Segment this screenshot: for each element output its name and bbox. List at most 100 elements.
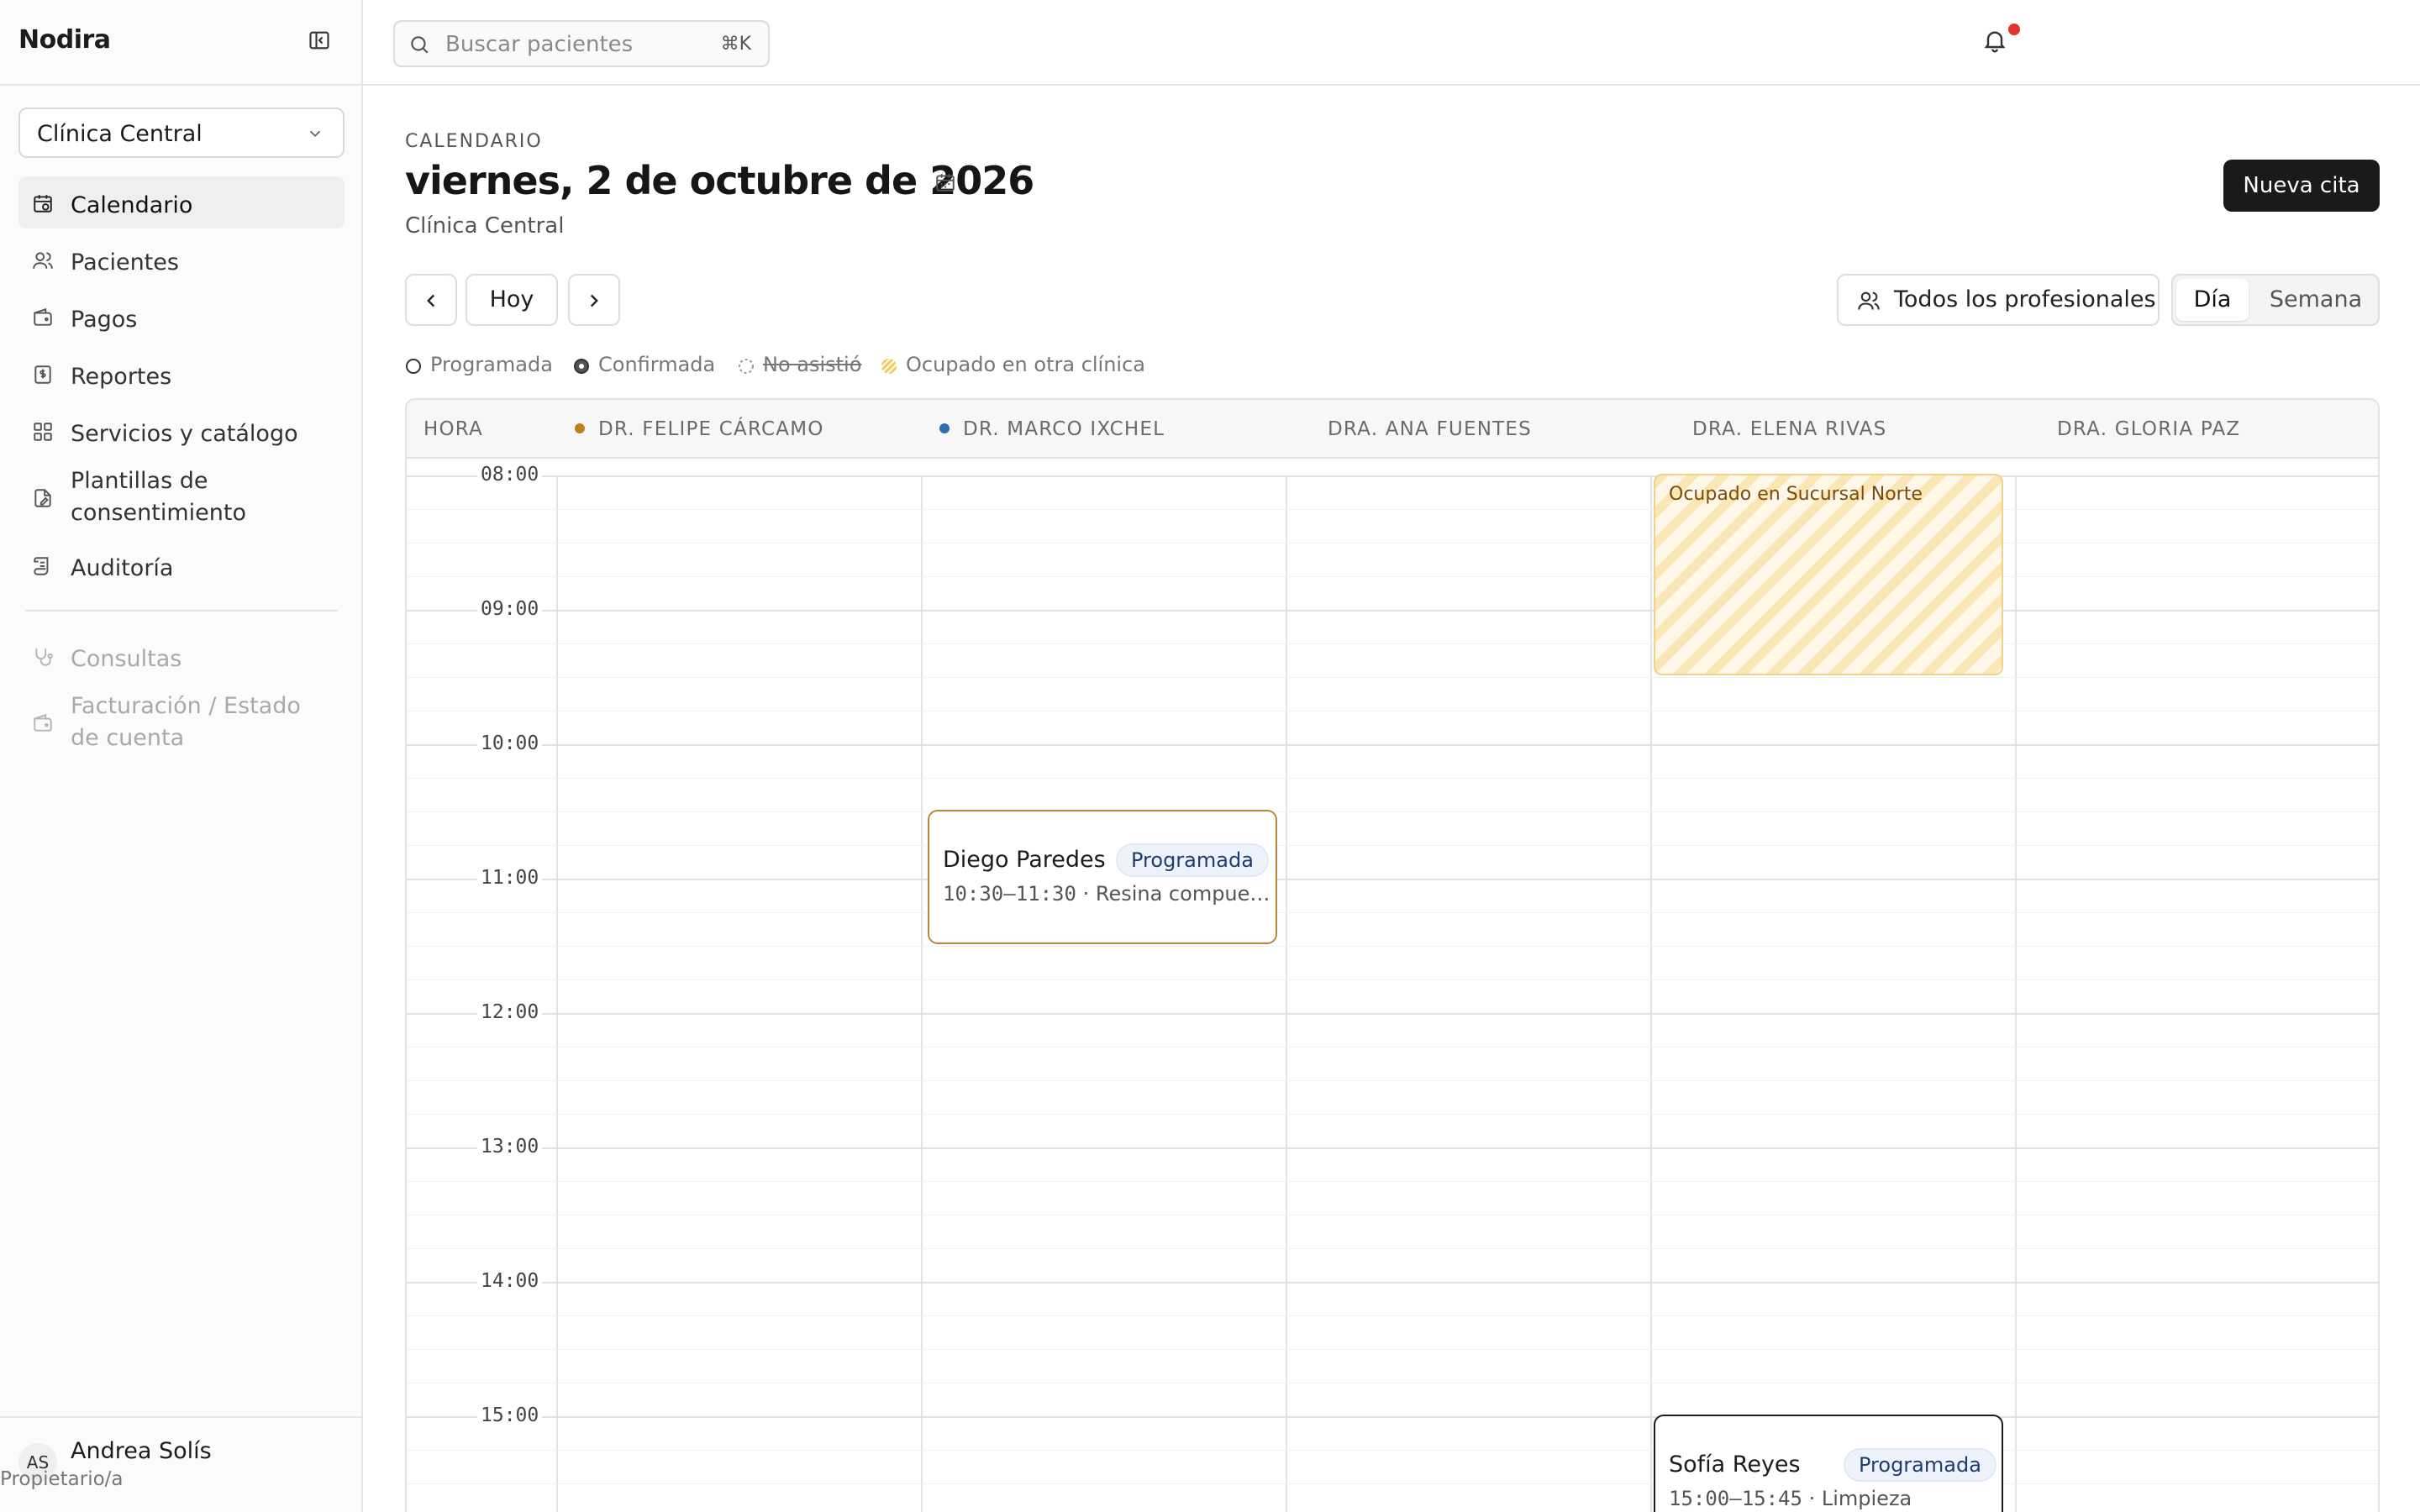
wallet-icon xyxy=(32,307,54,328)
hour-column-header: HORA xyxy=(424,418,483,440)
status-badge: Programada xyxy=(1116,843,1269,877)
column-header-felipe[interactable]: DR. FELIPE CÁRCAMO xyxy=(575,418,824,440)
notification-badge xyxy=(2008,24,2020,35)
calendar-icon xyxy=(32,192,54,214)
sidebar-item-pacientes[interactable]: Pacientes xyxy=(18,234,345,286)
column-divider xyxy=(556,475,558,1512)
top-bar: Buscar pacientes ⌘K xyxy=(363,0,2420,86)
busy-block[interactable]: Ocupado en Sucursal Norte xyxy=(1654,474,2003,675)
hour-line xyxy=(407,879,2378,880)
search-shortcut: ⌘K xyxy=(720,34,751,55)
chevron-left-icon xyxy=(427,294,435,307)
sidebar-item-plantillas[interactable]: Plantillas de consentimiento xyxy=(18,462,345,534)
receipt-icon xyxy=(32,364,54,386)
date-picker-icon[interactable] xyxy=(934,171,956,193)
sidebar-item-label: Pacientes xyxy=(71,249,179,276)
time-label: 13:00 xyxy=(477,1136,543,1158)
hour-line xyxy=(407,1147,2378,1149)
sidebar-item-label: Facturación / Estado de cuenta xyxy=(71,693,301,751)
sidebar-item-consultas: Consultas xyxy=(18,630,345,682)
hour-line xyxy=(407,1013,2378,1015)
professionals-filter-button[interactable]: Todos los profesionales xyxy=(1837,274,2160,326)
previous-day-button[interactable] xyxy=(405,274,457,326)
bell-icon[interactable] xyxy=(1981,27,2008,54)
page-subtitle: Clínica Central xyxy=(405,213,565,239)
sidebar-item-auditoria[interactable]: Auditoría xyxy=(18,539,345,591)
today-button[interactable]: Hoy xyxy=(466,274,558,326)
user-profile[interactable]: AS Andrea Solís Propietario/a xyxy=(0,1416,363,1512)
hour-line xyxy=(407,1416,2378,1418)
log-icon xyxy=(32,555,54,577)
view-week-button[interactable]: Semana xyxy=(2257,279,2375,321)
appointment-card[interactable]: Sofía Reyes Programada 15:00–15:45 · Lim… xyxy=(1654,1415,2003,1512)
column-header-elena[interactable]: DRA. ELENA RIVAS xyxy=(1692,418,1886,440)
new-appointment-button[interactable]: Nueva cita xyxy=(2223,160,2380,212)
sidebar-item-label: Calendario xyxy=(71,192,193,218)
hour-line xyxy=(407,1282,2378,1284)
chevron-down-icon xyxy=(306,124,324,143)
sidebar-collapse-icon[interactable] xyxy=(308,29,334,55)
app-logo[interactable]: Nodira xyxy=(18,25,111,55)
brand-bar: Nodira xyxy=(0,0,363,86)
search-input[interactable]: Buscar pacientes ⌘K xyxy=(393,20,770,67)
file-edit-icon xyxy=(32,487,54,509)
column-divider xyxy=(1650,475,1652,1512)
users-icon xyxy=(32,249,54,271)
grid-icon xyxy=(32,421,54,443)
sidebar-item-pagos[interactable]: Pagos xyxy=(18,291,345,343)
hour-line xyxy=(407,475,2378,477)
next-day-button[interactable] xyxy=(568,274,620,326)
sidebar-item-calendario[interactable]: Calendario xyxy=(18,176,345,228)
view-day-button[interactable]: Día xyxy=(2176,279,2249,321)
sidebar-item-servicios[interactable]: Servicios y catálogo xyxy=(18,405,345,457)
hour-line xyxy=(407,610,2378,612)
professional-color-dot xyxy=(939,423,950,433)
sidebar-divider xyxy=(25,610,338,612)
users-icon xyxy=(1857,289,1881,312)
appointment-meta: 15:00–15:45 · Limpieza xyxy=(1669,1487,1912,1510)
search-icon xyxy=(408,34,430,55)
sidebar-item-label: Consultas xyxy=(71,646,182,672)
time-label: 12:00 xyxy=(477,1001,543,1023)
busy-block-label: Ocupado en Sucursal Norte xyxy=(1669,484,1923,505)
search-placeholder: Buscar pacientes xyxy=(445,32,634,57)
time-label: 11:00 xyxy=(477,867,543,889)
view-toggle: Día Semana xyxy=(2171,274,2380,326)
circle-dashed-icon xyxy=(738,358,755,375)
sidebar-item-label: Reportes xyxy=(71,364,172,390)
sidebar-item-label: Pagos xyxy=(71,307,138,333)
column-header-ana[interactable]: DRA. ANA FUENTES xyxy=(1328,418,1532,440)
time-label: 15:00 xyxy=(477,1404,543,1426)
column-divider xyxy=(1286,475,1287,1512)
user-name: Andrea Solís xyxy=(71,1438,212,1464)
professionals-filter-label: Todos los profesionales xyxy=(1894,286,2156,312)
sidebar-item-facturacion: Facturación / Estado de cuenta xyxy=(18,687,345,759)
sidebar-item-label: Plantillas de consentimiento xyxy=(71,468,246,526)
time-label: 08:00 xyxy=(477,464,543,486)
sidebar: Nodira Clínica Central Calendario Pacien… xyxy=(0,0,363,1512)
appointment-patient: Sofía Reyes xyxy=(1669,1452,1801,1478)
time-label: 14:00 xyxy=(477,1270,543,1292)
appointment-card[interactable]: Diego Paredes Programada 10:30–11:30 · R… xyxy=(928,810,1277,944)
day-calendar: HORA DR. FELIPE CÁRCAMO DR. MARCO IXCHEL… xyxy=(405,398,2380,1512)
calendar-header: HORA DR. FELIPE CÁRCAMO DR. MARCO IXCHEL… xyxy=(407,400,2378,459)
clinic-select[interactable]: Clínica Central xyxy=(18,108,345,158)
appointment-patient: Diego Paredes xyxy=(943,847,1106,873)
appointment-meta: 10:30–11:30 · Resina compue… xyxy=(943,882,1270,906)
sidebar-item-reportes[interactable]: Reportes xyxy=(18,348,345,400)
status-badge: Programada xyxy=(1844,1448,1996,1482)
time-label: 09:00 xyxy=(477,598,543,620)
sidebar-item-label: Servicios y catálogo xyxy=(71,421,298,447)
sidebar-item-label: Auditoría xyxy=(71,555,174,581)
professional-color-dot xyxy=(575,423,585,433)
clinic-select-value: Clínica Central xyxy=(37,121,203,147)
column-header-marco[interactable]: DR. MARCO IXCHEL xyxy=(939,418,1165,440)
striped-swatch-icon xyxy=(881,358,897,375)
stethoscope-icon xyxy=(32,646,54,668)
column-header-gloria[interactable]: DRA. GLORIA PAZ xyxy=(2057,418,2240,440)
circle-filled-icon xyxy=(573,358,590,375)
column-divider xyxy=(921,475,923,1512)
page-eyebrow: CALENDARIO xyxy=(405,131,543,152)
wallet-icon xyxy=(32,712,54,734)
time-grid[interactable]: 08:00 09:00 10:00 11:00 12:00 13:00 14:0… xyxy=(407,464,2378,1512)
